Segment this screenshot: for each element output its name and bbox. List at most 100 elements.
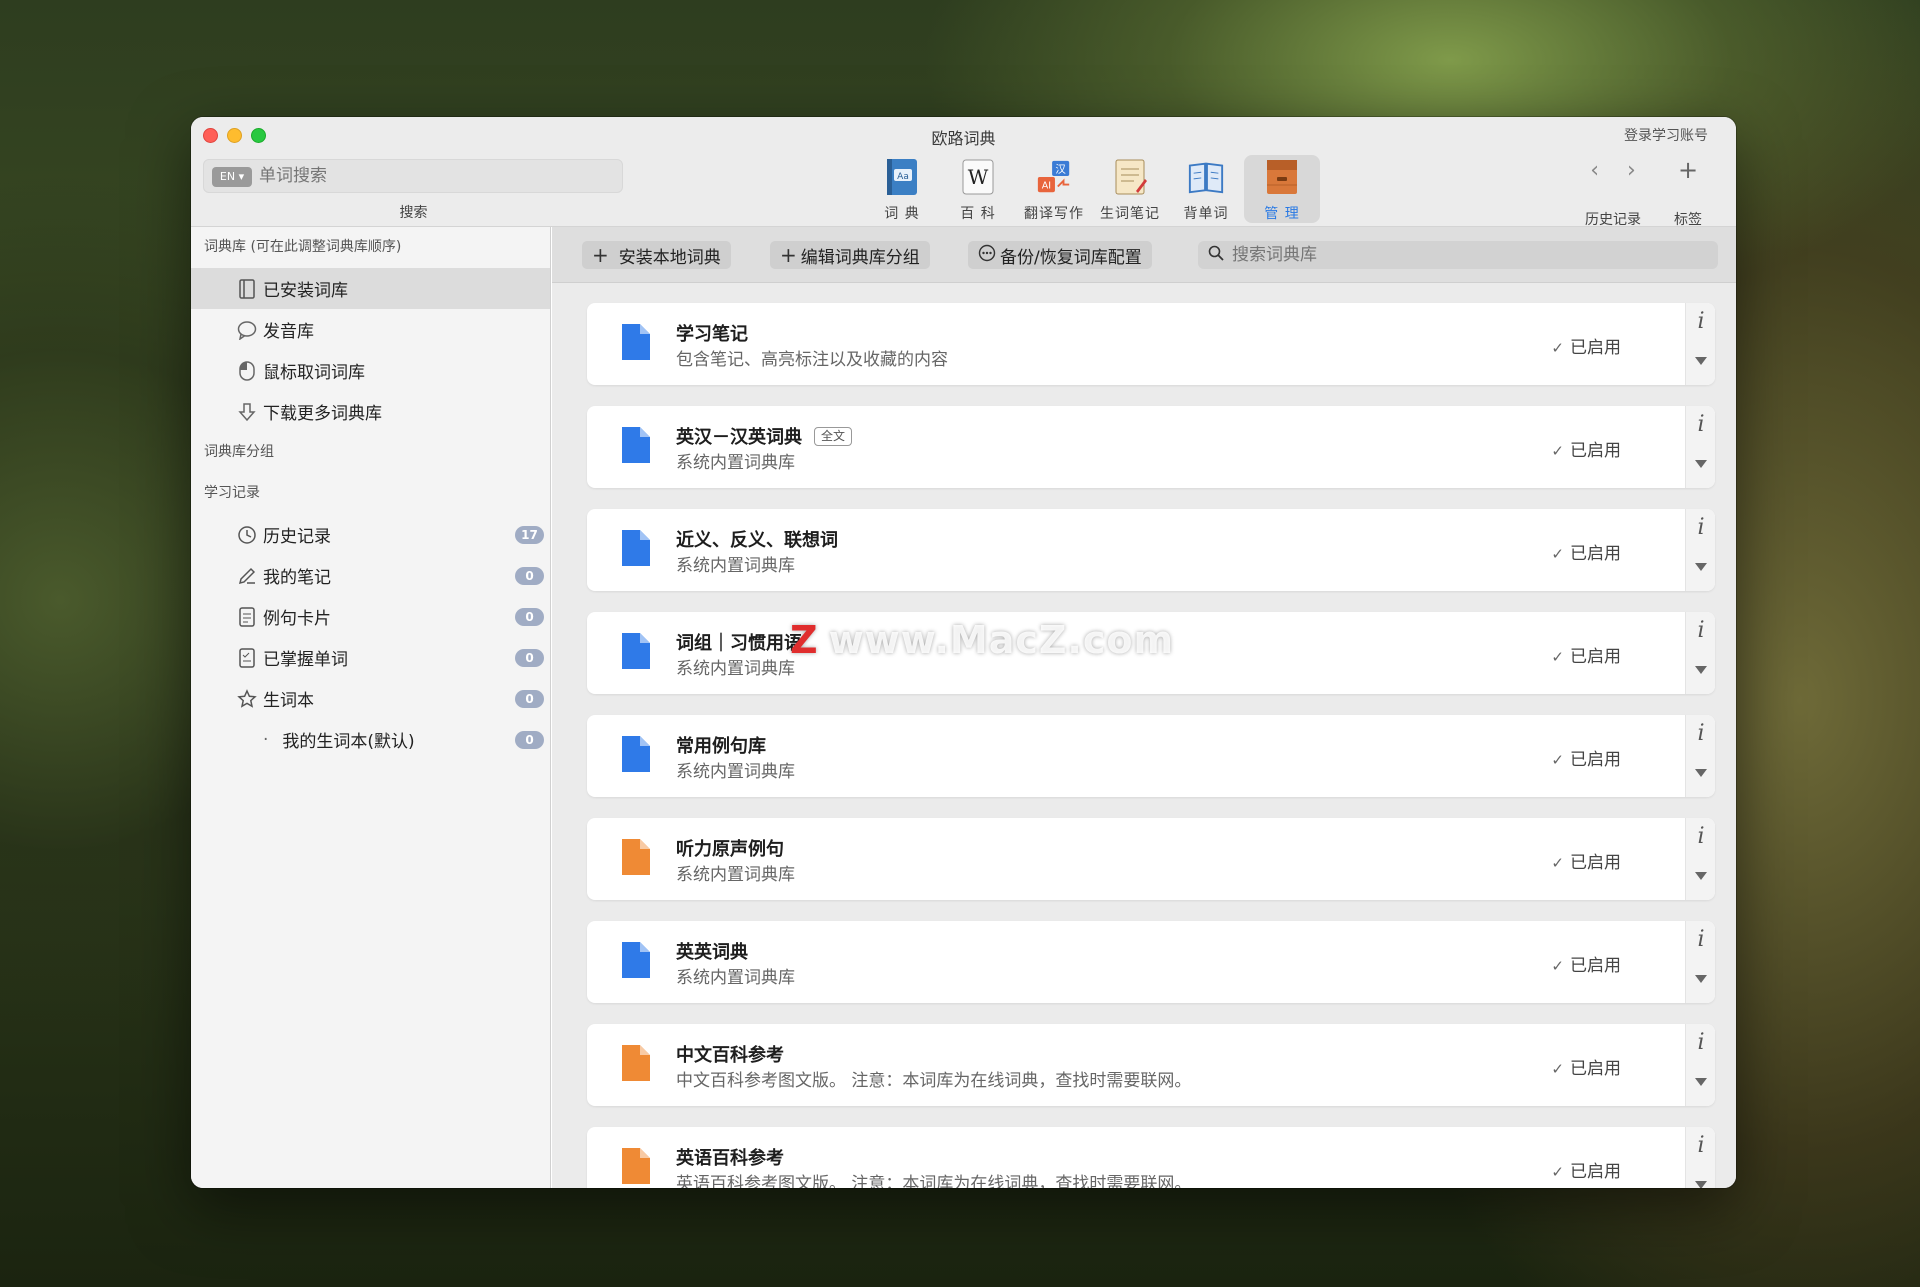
dictionary-card[interactable]: 学习笔记 包含笔记、高亮标注以及收藏的内容 ✓ 已启用 i [587,303,1715,385]
sidebar-item-history[interactable]: 历史记录 17 [191,514,550,555]
dictionary-card[interactable]: 英英词典 系统内置词典库 ✓ 已启用 i [587,921,1715,1003]
count-badge: 17 [515,526,544,544]
tool-notes[interactable]: 生词笔记 [1092,155,1168,223]
dictionary-card[interactable]: 中文百科参考 中文百科参考图文版。 注意：本词库为在线词典，查找时需要联网。 ✓ 已启… [587,1024,1715,1106]
install-local-dict-button[interactable]: + 安装本地词典 [582,241,731,269]
info-icon[interactable]: i [1686,927,1716,952]
tool-translate-label: 翻译写作 [1024,206,1084,222]
login-link[interactable]: 登录学习账号 [1624,125,1708,145]
triangle-down-icon[interactable] [1695,872,1707,880]
triangle-down-icon[interactable] [1695,460,1707,468]
count-badge: 0 [515,649,544,667]
status-label: 已启用 [1570,338,1621,358]
backup-restore-button[interactable]: 备份/恢复词库配置 [968,241,1152,269]
search-caption: 搜索 [399,205,428,221]
word-search-input[interactable] [259,164,609,188]
dictionary-status[interactable]: ✓ 已启用 [1551,436,1621,461]
dictionary-status[interactable]: ✓ 已启用 [1551,539,1621,564]
chevron-left-icon[interactable]: ‹ [1590,158,1599,183]
dictionary-status[interactable]: ✓ 已启用 [1551,848,1621,873]
document-icon [622,736,650,772]
dictionary-card[interactable]: 英语百科参考 英语百科参考图文版。 注意：本词库为在线词典，查找时需要联网。 ✓ 已启… [587,1127,1715,1188]
card-actions: i [1685,1127,1715,1188]
triangle-down-icon[interactable] [1695,975,1707,983]
triangle-down-icon[interactable] [1695,357,1707,365]
chevron-right-icon[interactable]: › [1627,158,1636,183]
word-search-box[interactable]: EN ▾ [203,159,623,193]
dictionary-name: 英英词典 [676,938,748,964]
info-icon[interactable]: i [1686,618,1716,643]
group-header[interactable]: 词典库分组 [191,432,550,473]
tool-wikipedia[interactable]: W 百 科 [940,155,1016,223]
info-icon[interactable]: i [1686,412,1716,437]
dictionary-card[interactable]: 近义、反义、联想词 系统内置词典库 ✓ 已启用 i [587,509,1715,591]
dictionary-status[interactable]: ✓ 已启用 [1551,1157,1621,1182]
dictionary-name: 听力原声例句 [676,835,784,861]
language-selector[interactable]: EN ▾ [212,167,252,187]
card-actions: i [1685,818,1715,900]
dictionary-card[interactable]: 英汉－汉英词典 全文 系统内置词典库 ✓ 已启用 i [587,406,1715,488]
tool-manage[interactable]: 管 理 [1244,155,1320,223]
sidebar-item-mastered[interactable]: 已掌握单词 0 [191,637,550,678]
triangle-down-icon[interactable] [1695,666,1707,674]
language-label: EN [219,170,236,183]
sidebar-item-my-notes[interactable]: 我的笔记 0 [191,555,550,596]
sidebar-item-vocabulary[interactable]: 生词本 0 [191,678,550,719]
dictionary-description: 系统内置词典库 [676,865,795,885]
dictionary-status[interactable]: ✓ 已启用 [1551,951,1621,976]
sidebar-item-pronunciation[interactable]: 发音库 [191,309,550,350]
dict-search-input[interactable] [1232,245,1692,265]
clock-icon [236,524,258,546]
info-icon[interactable]: i [1686,1030,1716,1055]
info-icon[interactable]: i [1686,515,1716,540]
tool-translate[interactable]: 汉 AI 翻译写作 [1016,155,1092,223]
dictionary-status[interactable]: ✓ 已启用 [1551,1054,1621,1079]
triangle-down-icon[interactable] [1695,769,1707,777]
tool-flashcards[interactable]: 背单词 [1168,155,1244,223]
checkmark-icon: ✓ [1551,1060,1564,1078]
info-icon[interactable]: i [1686,1133,1716,1158]
info-icon[interactable]: i [1686,721,1716,746]
document-icon [622,530,650,566]
sidebar-item-mouse-lookup[interactable]: 鼠标取词词库 [191,350,550,391]
dictionary-card[interactable]: 听力原声例句系统内置词典库 ✓ 已启用 i [587,818,1715,900]
sidebar-item-sentence-cards[interactable]: 例句卡片 0 [191,596,550,637]
dictionary-status[interactable]: ✓ 已启用 [1551,333,1621,358]
card-actions: i [1685,509,1715,591]
document-icon-shape [622,1148,650,1184]
edit-group-label: 编辑词典库分组 [800,247,920,268]
sidebar-item-default-wordbook[interactable]: · 我的生词本(默认) 0 [191,719,550,760]
info-icon[interactable]: i [1686,309,1716,334]
document-icon-shape [622,942,650,978]
dict-search-box[interactable] [1198,241,1718,269]
dictionary-status[interactable]: ✓ 已启用 [1551,642,1621,667]
sidebar-item-installed[interactable]: 已安装词库 [191,268,550,309]
dictionary-card[interactable]: 词组｜习惯用语 系统内置词典库 ✓ 已启用 i [587,612,1715,694]
card-actions: i [1685,1024,1715,1106]
tool-dictionary[interactable]: Aa 词 典 [864,155,940,223]
edit-group-button[interactable]: + 编辑词典库分组 [770,241,930,269]
document-icon [622,1148,650,1184]
dictionary-status[interactable]: ✓ 已启用 [1551,745,1621,770]
triangle-down-icon[interactable] [1695,563,1707,571]
info-icon[interactable]: i [1686,824,1716,849]
card-icon [236,606,258,628]
count-badge: 0 [515,567,544,585]
document-icon [622,324,650,360]
document-icon-fold [640,633,650,643]
count-badge: 0 [515,731,544,749]
tool-manage-label: 管 理 [1264,206,1300,222]
install-label: 安装本地词典 [618,247,721,268]
sidebar-item-download[interactable]: 下载更多词典库 [191,391,550,432]
title-bar: 欧路词典 登录学习账号 EN ▾ 搜索 Aa 词 典 W 百 科 汉 AI [191,117,1736,228]
dictionary-description: 系统内置词典库 [676,556,795,576]
document-icon-fold [640,1045,650,1055]
dictionary-title: 近义、反义、联想词 [676,530,838,551]
triangle-down-icon[interactable] [1695,1078,1707,1086]
svg-text:Aa: Aa [897,172,909,182]
plus-icon[interactable]: + [1678,156,1698,184]
sidebar-item-label: 例句卡片 [263,609,331,629]
dictionary-card[interactable]: 常用例句库 系统内置词典库 ✓ 已启用 i [587,715,1715,797]
triangle-down-icon[interactable] [1695,1181,1707,1188]
checkmark-icon: ✓ [1551,751,1564,769]
